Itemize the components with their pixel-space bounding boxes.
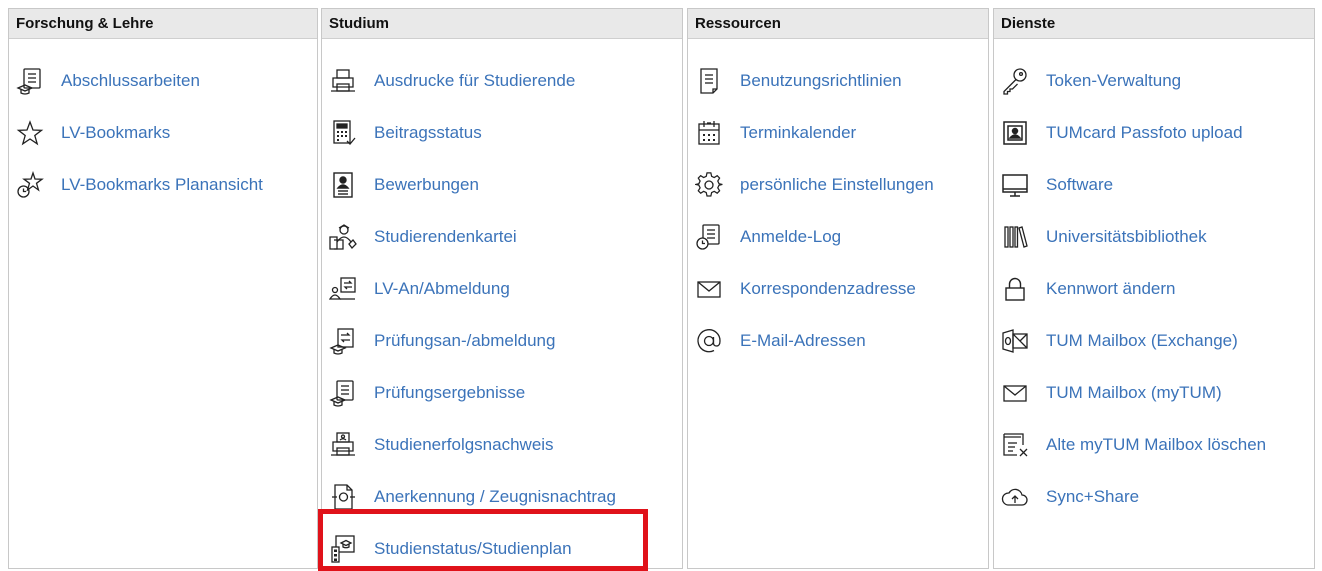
link-tumcard-passfoto[interactable]: TUMcard Passfoto upload xyxy=(994,113,1243,153)
document-icon xyxy=(694,66,724,96)
link-software[interactable]: Software xyxy=(994,165,1113,205)
item-label: TUMcard Passfoto upload xyxy=(1046,123,1243,142)
item-label: TUM Mailbox (myTUM) xyxy=(1046,383,1222,402)
link-studierendenkartei[interactable]: Studierendenkartei xyxy=(322,217,517,257)
envelope-icon xyxy=(1000,378,1030,408)
item-label: Korrespondenzadresse xyxy=(740,279,916,298)
login-log-icon xyxy=(694,222,724,252)
study-plan-icon xyxy=(328,534,358,564)
exam-registration-icon xyxy=(328,326,358,356)
item-label: Kennwort ändern xyxy=(1046,279,1176,298)
column-dienste: Dienste Token-Verwaltung TUMcard Passfot… xyxy=(993,8,1315,569)
link-e-mail-adressen[interactable]: E-Mail-Adressen xyxy=(688,321,866,361)
library-books-icon xyxy=(1000,222,1030,252)
link-tum-mailbox-mytum[interactable]: TUM Mailbox (myTUM) xyxy=(994,373,1222,413)
item-label: Anerkennung / Zeugnisnachtrag xyxy=(374,487,616,506)
item-label: Alte myTUM Mailbox löschen xyxy=(1046,435,1267,454)
item-label: Benutzungsrichtlinien xyxy=(740,71,902,90)
column-title: Studium xyxy=(322,9,682,39)
key-icon xyxy=(1000,66,1030,96)
item-label: Universitätsbibliothek xyxy=(1046,227,1207,246)
item-label: persönliche Einstellungen xyxy=(740,175,934,194)
link-bewerbungen[interactable]: Bewerbungen xyxy=(322,165,479,205)
lock-icon xyxy=(1000,274,1030,304)
item-label: Studienerfolgsnachweis xyxy=(374,435,554,454)
link-pruefungsergebnisse[interactable]: Prüfungsergebnisse xyxy=(322,373,525,413)
link-lv-an-abmeldung[interactable]: LV-An/Abmeldung xyxy=(322,269,510,309)
item-label: Anmelde-Log xyxy=(740,227,842,246)
item-label: Bewerbungen xyxy=(374,175,479,194)
printer-icon xyxy=(328,66,358,96)
transcript-printer-icon xyxy=(328,430,358,460)
link-korrespondenzadresse[interactable]: Korrespondenzadresse xyxy=(688,269,916,309)
item-label: LV-Bookmarks xyxy=(61,123,171,142)
services-grid: Forschung & Lehre Abschlussarbeiten LV-B… xyxy=(0,0,1322,571)
at-sign-icon xyxy=(694,326,724,356)
column-title: Forschung & Lehre xyxy=(9,9,317,39)
link-lv-bookmarks-planansicht[interactable]: LV-Bookmarks Planansicht xyxy=(9,165,263,205)
link-sync-share[interactable]: Sync+Share xyxy=(994,477,1139,517)
exchange-mailbox-icon xyxy=(1000,326,1030,356)
item-label: LV-Bookmarks Planansicht xyxy=(61,175,263,194)
item-label: Prüfungsan-/abmeldung xyxy=(374,331,556,350)
link-universitaetsbibliothek[interactable]: Universitätsbibliothek xyxy=(994,217,1207,257)
link-pruefungsanmeldung[interactable]: Prüfungsan-/abmeldung xyxy=(322,321,555,361)
column-forschung-lehre: Forschung & Lehre Abschlussarbeiten LV-B… xyxy=(8,8,318,569)
link-lv-bookmarks[interactable]: LV-Bookmarks xyxy=(9,113,170,153)
monitor-icon xyxy=(1000,170,1030,200)
item-label: Beitragsstatus xyxy=(374,123,482,142)
calculator-icon xyxy=(328,118,358,148)
calendar-icon xyxy=(694,118,724,148)
column-title: Dienste xyxy=(994,9,1314,39)
column-title: Ressourcen xyxy=(688,9,988,39)
item-label: Abschlussarbeiten xyxy=(61,71,200,90)
recognition-icon xyxy=(328,482,358,512)
link-persoenliche-einstellungen[interactable]: persönliche Einstellungen xyxy=(688,165,934,205)
star-clock-icon xyxy=(15,170,45,200)
exam-results-icon xyxy=(328,378,358,408)
item-label: Ausdrucke für Studierende xyxy=(374,71,576,90)
envelope-icon xyxy=(694,274,724,304)
link-studienerfolgsnachweis[interactable]: Studienerfolgsnachweis xyxy=(322,425,554,465)
link-kennwort-aendern[interactable]: Kennwort ändern xyxy=(994,269,1175,309)
link-beitragsstatus[interactable]: Beitragsstatus xyxy=(322,113,482,153)
link-terminkalender[interactable]: Terminkalender xyxy=(688,113,856,153)
gear-icon xyxy=(694,170,724,200)
student-file-icon xyxy=(328,222,358,252)
link-anerkennung[interactable]: Anerkennung / Zeugnisnachtrag xyxy=(322,477,616,517)
delete-mailbox-icon xyxy=(1000,430,1030,460)
link-ausdrucke[interactable]: Ausdrucke für Studierende xyxy=(322,61,575,101)
item-label: Studierendenkartei xyxy=(374,227,517,246)
link-benutzungsrichtlinien[interactable]: Benutzungsrichtlinien xyxy=(688,61,902,101)
link-token-verwaltung[interactable]: Token-Verwaltung xyxy=(994,61,1181,101)
id-photo-icon xyxy=(1000,118,1030,148)
item-label: Terminkalender xyxy=(740,123,857,142)
link-studienstatus-studienplan[interactable]: Studienstatus/Studienplan xyxy=(322,529,572,569)
column-studium: Studium Ausdrucke für Studierende Beitra… xyxy=(321,8,683,569)
column-ressourcen: Ressourcen Benutzungsrichtlinien Termink… xyxy=(687,8,989,569)
link-abschlussarbeiten[interactable]: Abschlussarbeiten xyxy=(9,61,200,101)
course-registration-icon xyxy=(328,274,358,304)
thesis-icon xyxy=(15,66,45,96)
link-tum-mailbox-exchange[interactable]: TUM Mailbox (Exchange) xyxy=(994,321,1238,361)
item-label: E-Mail-Adressen xyxy=(740,331,866,350)
item-label: LV-An/Abmeldung xyxy=(374,279,510,298)
item-label: Software xyxy=(1046,175,1114,194)
item-label: TUM Mailbox (Exchange) xyxy=(1046,331,1238,350)
item-label: Studienstatus/Studienplan xyxy=(374,539,572,558)
cloud-upload-icon xyxy=(1000,482,1030,512)
item-label: Token-Verwaltung xyxy=(1046,71,1182,90)
item-label: Prüfungsergebnisse xyxy=(374,383,526,402)
link-anmelde-log[interactable]: Anmelde-Log xyxy=(688,217,841,257)
item-label: Sync+Share xyxy=(1046,487,1140,506)
star-icon xyxy=(15,118,45,148)
link-alte-mytum-mailbox-loeschen[interactable]: Alte myTUM Mailbox löschen xyxy=(994,425,1266,465)
application-icon xyxy=(328,170,358,200)
